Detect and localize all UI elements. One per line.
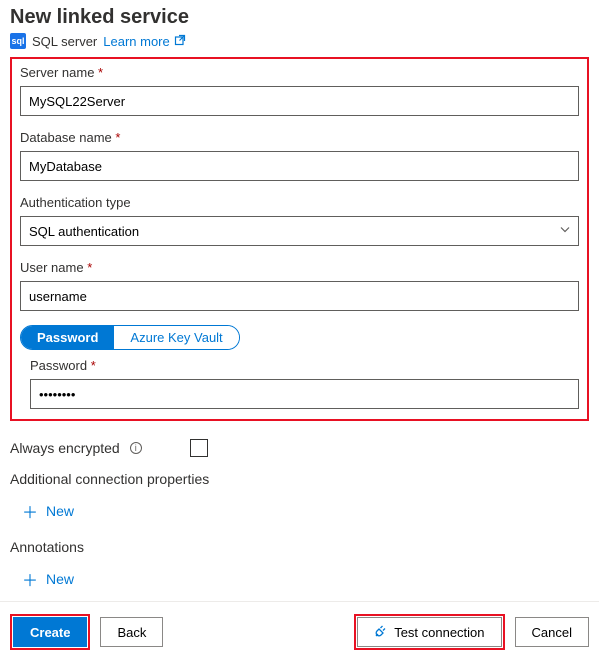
page-title: New linked service (10, 6, 589, 29)
password-source-toggle: Password Azure Key Vault (20, 325, 240, 350)
password-label: Password * (30, 358, 579, 373)
database-name-input[interactable] (20, 151, 579, 181)
add-connection-property-button[interactable]: ＋ New (0, 493, 84, 533)
plus-icon: ＋ (22, 499, 38, 523)
connection-settings-group: Server name * Database name * Authentica… (10, 57, 589, 421)
tab-password[interactable]: Password (21, 326, 114, 349)
tab-azure-key-vault[interactable]: Azure Key Vault (114, 326, 238, 349)
create-button[interactable]: Create (13, 617, 87, 647)
info-icon[interactable]: i (130, 442, 142, 454)
database-name-label: Database name * (20, 130, 579, 145)
user-name-label: User name * (20, 260, 579, 275)
plug-icon (374, 624, 388, 641)
auth-type-label: Authentication type (20, 195, 579, 210)
password-input[interactable] (30, 379, 579, 409)
additional-properties-label: Additional connection properties (0, 465, 599, 493)
external-link-icon (174, 34, 186, 49)
back-button[interactable]: Back (100, 617, 163, 647)
user-name-input[interactable] (20, 281, 579, 311)
service-type-label: SQL server (32, 34, 97, 49)
learn-more-link[interactable]: Learn more (103, 34, 185, 49)
cancel-button[interactable]: Cancel (515, 617, 589, 647)
add-annotation-button[interactable]: ＋ New (0, 561, 84, 601)
auth-type-select[interactable]: SQL authentication (20, 216, 579, 246)
always-encrypted-label: Always encrypted (10, 440, 120, 456)
plus-icon: ＋ (22, 567, 38, 591)
server-name-input[interactable] (20, 86, 579, 116)
sql-server-icon: sql (10, 33, 26, 49)
annotations-label: Annotations (0, 533, 599, 561)
always-encrypted-checkbox[interactable] (190, 439, 208, 457)
test-connection-button[interactable]: Test connection (357, 617, 501, 647)
server-name-label: Server name * (20, 65, 579, 80)
